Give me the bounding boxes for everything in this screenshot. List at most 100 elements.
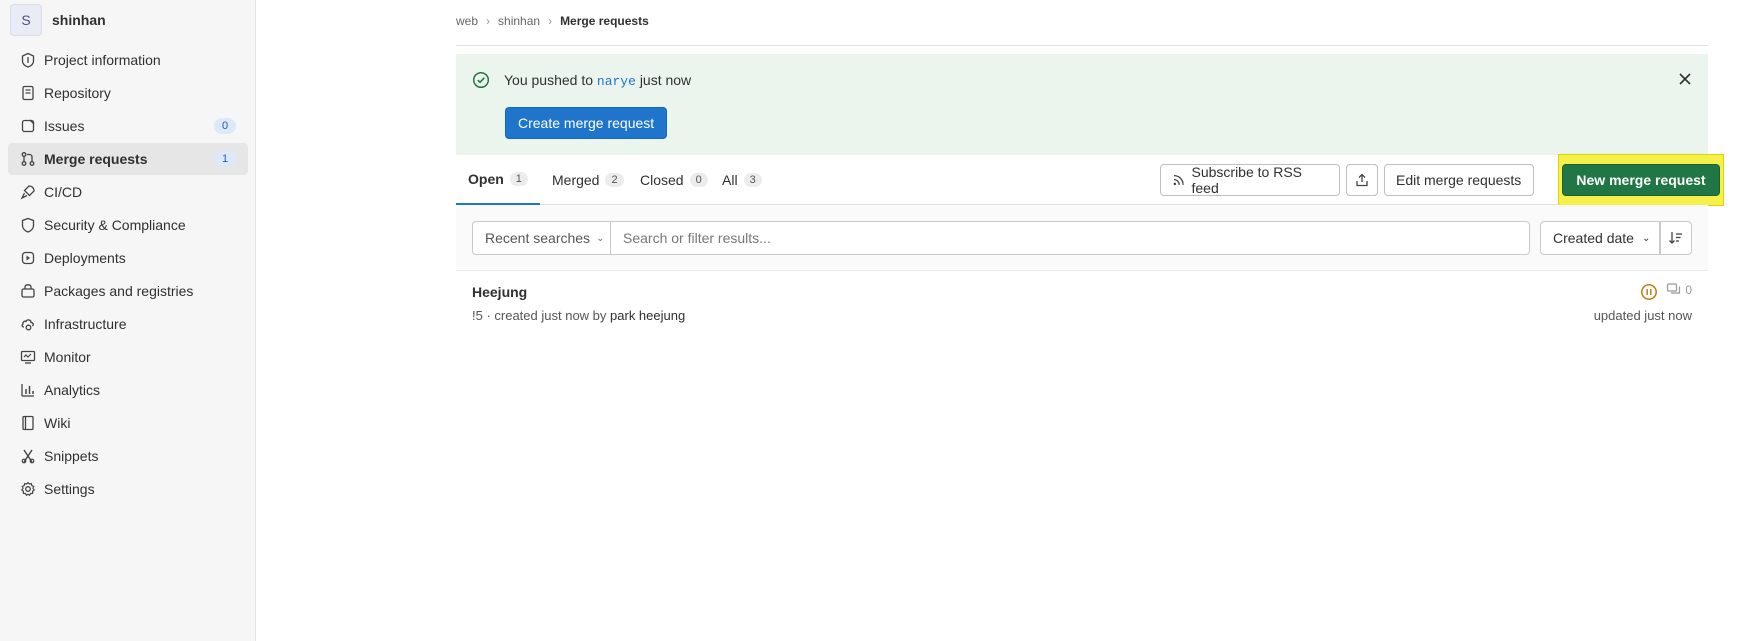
sidebar-item-label: Security & Compliance	[44, 217, 186, 233]
tab-merged[interactable]: Merged 2	[540, 155, 636, 205]
sidebar-item-merge-requests[interactable]: Merge requests 1	[8, 143, 248, 175]
pipeline-paused-icon[interactable]	[1640, 283, 1658, 301]
sidebar-item-deployments[interactable]: Deployments	[8, 242, 248, 274]
tab-label: Merged	[552, 172, 600, 188]
sidebar-item-packages[interactable]: Packages and registries	[8, 275, 248, 307]
rss-feed-button[interactable]: Subscribe to RSS feed	[1160, 164, 1340, 196]
breadcrumb-separator-icon: ›	[486, 14, 491, 28]
sidebar-item-label: Repository	[44, 85, 111, 101]
sidebar-item-label: Wiki	[44, 415, 71, 431]
chevron-down-icon: ⌄	[596, 232, 605, 244]
sidebar-item-wiki[interactable]: Wiki	[8, 407, 248, 439]
sidebar-item-label: Analytics	[44, 382, 101, 398]
breadcrumb: web › shinhan › Merge requests	[456, 14, 649, 28]
sidebar-item-snippets[interactable]: Snippets	[8, 440, 248, 472]
sidebar-nav: Project information Repository Issues 0 …	[8, 44, 248, 506]
close-icon[interactable]	[1676, 70, 1694, 88]
cloud-gear-icon	[21, 319, 34, 331]
comments-icon	[1667, 283, 1681, 294]
rocket-icon	[20, 185, 35, 200]
sidebar-item-label: Issues	[44, 118, 85, 134]
alert-message: You pushed to narye just now	[504, 72, 691, 89]
recent-searches-label: Recent searches	[485, 230, 591, 246]
chevron-down-icon: ⌄	[1641, 232, 1651, 244]
sort-label: Created date	[1553, 230, 1634, 246]
tab-label: All	[722, 172, 738, 188]
package-icon	[21, 284, 35, 298]
merge-requests-count-badge: 1	[214, 151, 236, 167]
doc-icon	[22, 85, 34, 101]
project-header[interactable]: S shinhan	[10, 4, 106, 36]
snippet-icon	[21, 449, 35, 464]
sort-lowest-icon	[1669, 232, 1682, 244]
sidebar-item-monitor[interactable]: Monitor	[8, 341, 248, 373]
sidebar-item-label: Settings	[44, 481, 95, 497]
tab-count: 1	[509, 172, 528, 186]
sidebar-item-label: Packages and registries	[44, 283, 194, 299]
tab-closed[interactable]: Closed 0	[628, 155, 720, 205]
sidebar-item-repository[interactable]: Repository	[8, 77, 248, 109]
new-merge-request-button[interactable]: New merge request	[1562, 164, 1720, 196]
create-merge-request-button[interactable]: Create merge request	[505, 107, 668, 139]
merge-request-meta-prefix: !5 · created just now by	[472, 308, 607, 323]
tab-label: Closed	[640, 172, 684, 188]
deployments-icon	[21, 251, 35, 265]
search-placeholder: Search or filter results...	[623, 230, 771, 246]
export-button[interactable]	[1346, 164, 1378, 196]
project-name: shinhan	[52, 12, 106, 28]
chart-icon	[21, 384, 34, 397]
breadcrumb-item-project[interactable]: shinhan	[498, 14, 540, 28]
merge-request-updated: updated just now	[1593, 308, 1692, 323]
breadcrumb-item-web[interactable]: web	[456, 14, 478, 28]
tab-count: 2	[605, 173, 624, 187]
comments-count[interactable]: 0	[1666, 282, 1692, 298]
breadcrumb-current[interactable]: Merge requests	[560, 14, 649, 28]
tab-label: Open	[468, 171, 504, 187]
issues-icon	[21, 119, 35, 133]
check-circle-icon	[472, 71, 490, 89]
export-icon	[1356, 173, 1368, 187]
tab-count: 0	[689, 173, 708, 187]
filter-bar: Recent searches ⌄ Search or filter resul…	[456, 205, 1708, 271]
rss-label: Subscribe to RSS feed	[1191, 164, 1303, 196]
sidebar-item-project-information[interactable]: Project information	[8, 44, 248, 76]
sort-direction-button[interactable]	[1660, 221, 1692, 255]
tab-all[interactable]: All 3	[710, 155, 774, 205]
shield-icon	[21, 217, 35, 233]
alert-suffix: just now	[639, 72, 692, 88]
sort-dropdown[interactable]: Created date ⌄	[1540, 221, 1660, 255]
sidebar-item-ci-cd[interactable]: CI/CD	[8, 176, 248, 208]
sidebar-item-settings[interactable]: Settings	[8, 473, 248, 505]
tab-count: 3	[743, 173, 762, 187]
book-icon	[22, 415, 34, 431]
sidebar-item-label: Snippets	[44, 448, 99, 464]
sidebar-item-analytics[interactable]: Analytics	[8, 374, 248, 406]
info-icon	[21, 52, 35, 68]
gear-icon	[20, 481, 36, 497]
branch-name[interactable]: narye	[597, 74, 636, 89]
tab-open[interactable]: Open 1	[456, 155, 540, 205]
sidebar-item-label: Infrastructure	[44, 316, 127, 332]
sidebar-item-label: Merge requests	[44, 151, 148, 167]
sidebar-item-infrastructure[interactable]: Infrastructure	[8, 308, 248, 340]
comments-count-value: 0	[1685, 283, 1692, 297]
recent-searches-dropdown[interactable]: Recent searches ⌄	[472, 221, 610, 255]
sidebar-item-issues[interactable]: Issues 0	[8, 110, 248, 142]
sidebar-item-label: Monitor	[44, 349, 91, 365]
sidebar-item-label: Project information	[44, 52, 161, 68]
merge-request-title[interactable]: Heejung	[472, 284, 527, 300]
merge-request-row[interactable]: Heejung !5 · created just now by park he…	[456, 272, 1708, 332]
merge-request-meta: !5 · created just now by park heejung	[472, 308, 685, 323]
sidebar-item-security[interactable]: Security & Compliance	[8, 209, 248, 241]
monitor-icon	[20, 350, 36, 364]
project-avatar: S	[10, 4, 42, 36]
merge-request-author[interactable]: park heejung	[610, 308, 685, 323]
alert-prefix: You pushed to	[504, 72, 594, 88]
divider	[456, 45, 1708, 46]
push-alert: You pushed to narye just now Create merg…	[456, 54, 1708, 155]
edit-merge-requests-button[interactable]: Edit merge requests	[1384, 164, 1534, 196]
sidebar-item-label: Deployments	[44, 250, 126, 266]
issues-count-badge: 0	[214, 118, 236, 134]
sidebar-item-label: CI/CD	[44, 184, 83, 200]
search-input[interactable]: Search or filter results...	[610, 221, 1530, 255]
